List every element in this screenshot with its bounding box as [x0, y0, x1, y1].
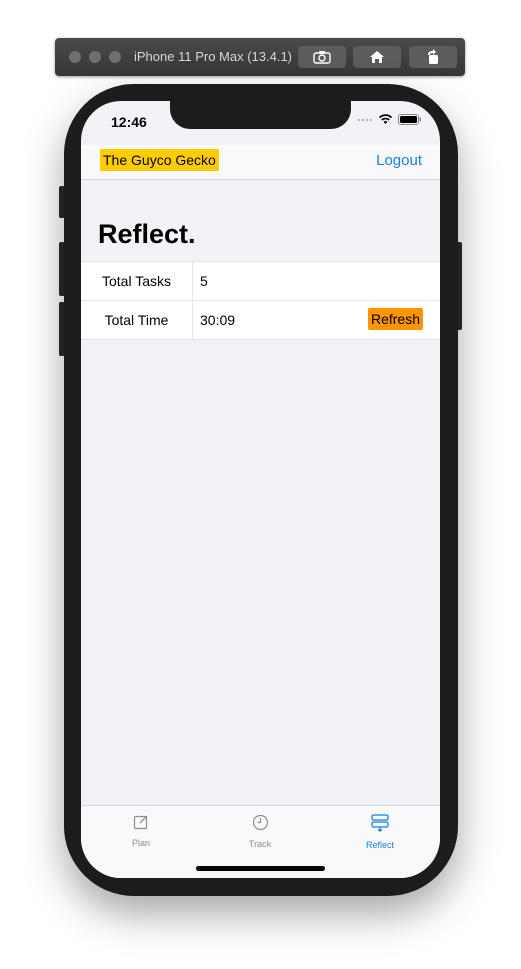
page-title: Reflect.: [98, 219, 196, 249]
stack-icon: [371, 814, 389, 832]
total-tasks-value: 5: [200, 273, 208, 289]
tab-reflect[interactable]: Reflect: [340, 814, 420, 850]
tab-plan[interactable]: Plan: [101, 814, 181, 848]
screenshot-icon: [313, 51, 331, 64]
minimize-window-button[interactable]: [89, 51, 101, 63]
status-icons: [357, 114, 422, 125]
status-time: 12:46: [111, 114, 147, 130]
rotate-button[interactable]: [409, 46, 457, 68]
zoom-window-button[interactable]: [109, 51, 121, 63]
tab-track[interactable]: Track: [220, 814, 300, 849]
table-row: Total Time 30:09 Refresh: [81, 301, 440, 340]
total-time-label: Total Time: [81, 301, 193, 339]
clock-icon: [252, 814, 268, 831]
rotate-icon: [428, 49, 438, 64]
tab-plan-label: Plan: [131, 838, 150, 848]
simulator-toolbar: iPhone 11 Pro Max (13.4.1): [55, 38, 465, 76]
refresh-button[interactable]: Refresh: [367, 308, 423, 330]
home-icon: [370, 51, 384, 63]
navigation-bar: The Guyco Gecko Logout: [81, 145, 440, 180]
home-button[interactable]: [353, 46, 401, 68]
screenshot-button[interactable]: [298, 46, 346, 68]
total-time-value: 30:09: [200, 312, 236, 328]
tab-track-label: Track: [248, 839, 272, 849]
close-window-button[interactable]: [69, 51, 81, 63]
battery-icon: [398, 114, 421, 125]
wifi-icon: [378, 114, 393, 124]
table-row: Total Tasks 5: [81, 262, 440, 301]
simulator-title: iPhone 11 Pro Max (13.4.1): [134, 49, 293, 64]
logout-button[interactable]: Logout: [376, 152, 422, 169]
home-indicator: [196, 866, 325, 871]
app-name-badge: The Guyco Gecko: [100, 149, 219, 171]
stats-table: Total Tasks 5 Total Time 30:09 Refresh: [81, 261, 440, 340]
device-screen: 12:46 The Guyco Gecko Logout Reflect. To…: [81, 101, 440, 878]
notch: [170, 101, 351, 129]
tab-reflect-label: Reflect: [365, 840, 394, 850]
signal-icon: [357, 118, 373, 121]
compose-icon: [133, 815, 148, 830]
total-tasks-label: Total Tasks: [81, 262, 193, 300]
